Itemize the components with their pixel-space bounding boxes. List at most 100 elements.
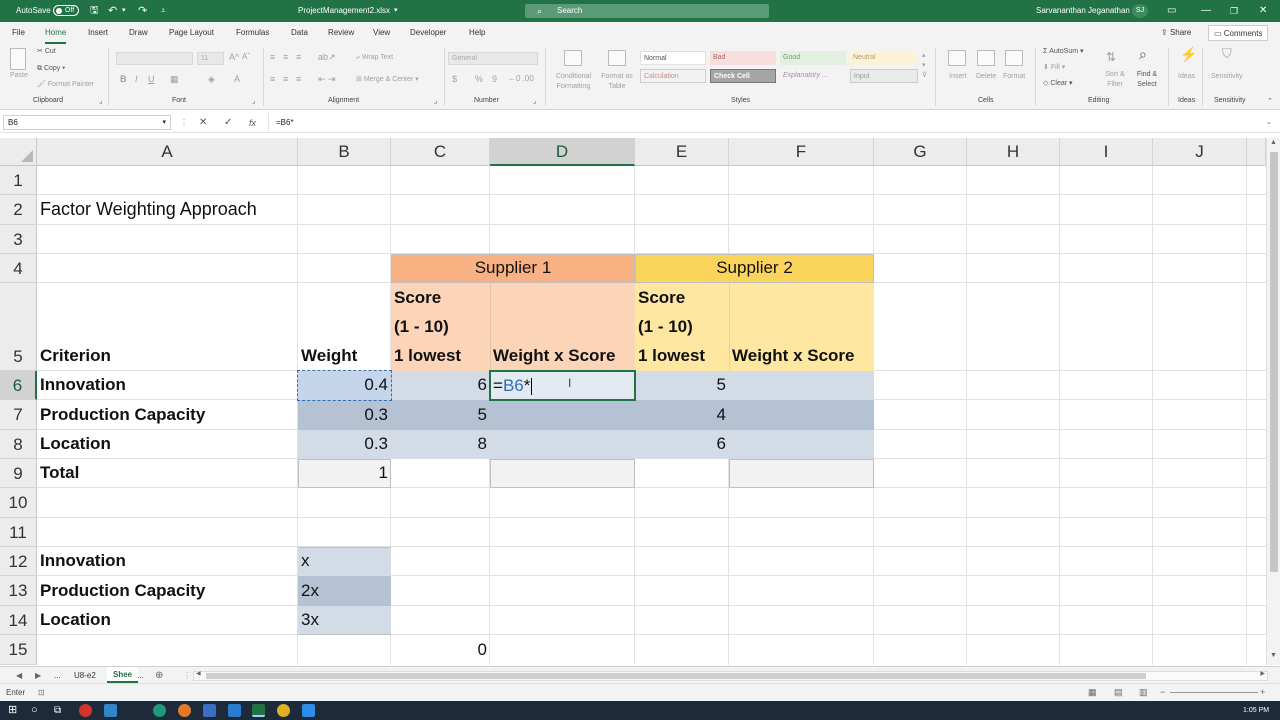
h-scroll-thumb[interactable] [206, 673, 1146, 679]
row-header-3[interactable]: 3 [0, 225, 37, 254]
tab-review[interactable]: Review [328, 22, 354, 44]
cell-b7[interactable]: 0.3 [298, 400, 391, 430]
tab-page-layout[interactable]: Page Layout [169, 22, 214, 44]
scroll-up-icon[interactable]: ▲ [1270, 139, 1277, 146]
ideas-icon[interactable]: ⚡ [1180, 47, 1197, 61]
style-neutral[interactable]: Neutral [850, 51, 918, 65]
scroll-right-icon[interactable]: ▶ [1260, 670, 1265, 677]
row-header-1[interactable]: 1 [0, 166, 37, 195]
app-icon[interactable] [104, 704, 117, 717]
cell-a7[interactable]: Production Capacity [37, 400, 298, 430]
save-icon[interactable]: 🖫 [90, 0, 99, 22]
cell-b8[interactable]: 0.3 [298, 430, 391, 459]
column-header-g[interactable]: G [874, 138, 967, 166]
firefox-icon[interactable] [178, 704, 191, 717]
cell-c15[interactable]: 0 [391, 635, 490, 665]
insert-cells-button[interactable]: Insert [949, 72, 967, 82]
minimize-icon[interactable]: — [1201, 0, 1211, 22]
formula-input[interactable]: =B6* [276, 113, 294, 133]
spreadsheet-grid[interactable]: A B C D E F G H I J 1 2 3 4 5 6 7 8 9 10… [0, 138, 1266, 665]
column-header-d[interactable]: D [490, 138, 635, 166]
paste-button[interactable]: Paste [10, 71, 28, 81]
ribbon-display-icon[interactable]: ▭ [1167, 0, 1176, 22]
collapse-ribbon-icon[interactable]: ⌃ [1267, 97, 1273, 107]
fill-button[interactable]: ⬇ Fill ▾ [1043, 63, 1065, 73]
macro-record-icon[interactable]: ⊡ [38, 684, 45, 701]
excel-taskbar-icon[interactable] [252, 704, 265, 717]
format-painter-button[interactable]: 🖌 Format Painter [37, 80, 94, 90]
cell-b12[interactable]: x [298, 547, 391, 576]
normal-view-icon[interactable]: ▦ [1088, 684, 1097, 701]
font-launcher-icon[interactable]: ⌟ [252, 97, 255, 107]
windows-start-icon[interactable]: ⊞ [8, 703, 17, 718]
cell-a13[interactable]: Production Capacity [37, 576, 298, 606]
row-header-4[interactable]: 4 [0, 254, 37, 283]
row-header-7[interactable]: 7 [0, 400, 37, 430]
share-button[interactable]: ⇪ Share [1161, 26, 1191, 40]
font-size-box[interactable]: 11 [197, 52, 224, 65]
tab-file[interactable]: File [12, 22, 25, 44]
restore-icon[interactable]: ❐ [1230, 0, 1238, 22]
column-header-k[interactable] [1247, 138, 1266, 166]
scroll-down-icon[interactable]: ▼ [1270, 652, 1277, 659]
cell-c5[interactable]: Score (1 - 10) 1 lowest [391, 283, 490, 371]
insert-function-icon[interactable]: fx [249, 113, 256, 133]
percent-button[interactable]: % [475, 74, 483, 84]
page-break-view-icon[interactable]: ▥ [1139, 684, 1148, 701]
row-header-6[interactable]: 6 [0, 371, 37, 400]
cell-e5[interactable]: Score (1 - 10) 1 lowest [635, 283, 729, 371]
select-all-corner[interactable] [0, 138, 37, 166]
wrap-text-button[interactable]: ⤶ Wrap Text [356, 53, 393, 63]
format-as-table-icon[interactable] [608, 50, 626, 66]
bold-button[interactable]: B [120, 74, 127, 84]
align-bottom-icon[interactable]: ≡ [296, 52, 301, 62]
borders-icon[interactable]: ▦ [170, 74, 179, 84]
increase-font-icon[interactable]: A^ [229, 52, 239, 62]
row-header-8[interactable]: 8 [0, 430, 37, 459]
cell-a9[interactable]: Total [37, 459, 298, 488]
chevron-down-icon[interactable]: ▾ [162, 116, 166, 130]
cell-c8[interactable]: 8 [391, 430, 490, 459]
style-normal[interactable]: Normal [640, 51, 706, 65]
tab-data[interactable]: Data [291, 22, 308, 44]
ideas-button[interactable]: Ideas [1178, 72, 1195, 82]
orientation-icon[interactable]: ab↗ [318, 52, 336, 62]
edge-icon[interactable] [153, 704, 166, 717]
conditional-formatting-icon[interactable] [564, 50, 582, 66]
autosave-toggle[interactable]: Off [53, 5, 79, 16]
undo-icon[interactable]: ↶ [108, 0, 117, 22]
cell-c7[interactable]: 5 [391, 400, 490, 430]
decimal-buttons-icon[interactable]: ←0 .00 [508, 74, 534, 84]
cell-e6[interactable]: 5 [635, 371, 729, 400]
expand-formula-icon[interactable]: ⌄ [1266, 113, 1272, 133]
customize-qat-icon[interactable]: ⩡ [161, 0, 166, 22]
horizontal-scrollbar[interactable]: ◀ ▶ [193, 671, 1268, 681]
cell-a8[interactable]: Location [37, 430, 298, 459]
row-header-13[interactable]: 13 [0, 576, 37, 606]
italic-button[interactable]: I [135, 74, 138, 84]
merge-center-button[interactable]: ⊞ Merge & Center ▾ [356, 75, 419, 85]
fill-color-icon[interactable]: ◈ [208, 74, 215, 84]
row-header-5[interactable]: 5 [0, 283, 37, 371]
row-header-15[interactable]: 15 [0, 635, 37, 665]
align-middle-icon[interactable]: ≡ [283, 52, 288, 62]
row-header-10[interactable]: 10 [0, 488, 37, 518]
column-header-b[interactable]: B [298, 138, 391, 166]
decrease-font-icon[interactable]: Aˇ [242, 52, 250, 62]
sensitivity-icon[interactable]: ⛉ [1222, 47, 1232, 60]
user-name[interactable]: Sarvananthan Jeganathan [1036, 0, 1130, 22]
scroll-thumb[interactable] [1270, 152, 1278, 572]
conditional-formatting-button[interactable]: Conditional Formatting [551, 72, 596, 92]
opera-icon[interactable] [79, 704, 92, 717]
scroll-left-icon[interactable]: ◀ [196, 670, 201, 677]
style-explanatory[interactable]: Explanatory ... [780, 69, 846, 83]
zoom-slider[interactable] [1170, 692, 1258, 693]
tab-insert[interactable]: Insert [88, 22, 108, 44]
cut-button[interactable]: ✂ Cut [37, 47, 56, 57]
style-good[interactable]: Good [780, 51, 846, 65]
cell-b5[interactable]: Weight [298, 342, 391, 371]
cell-a2[interactable]: Factor Weighting Approach [37, 195, 298, 225]
comments-button[interactable]: ▭ Comments [1208, 25, 1269, 41]
insert-cells-icon[interactable] [948, 50, 966, 66]
undo-dropdown-icon[interactable]: ▾ [122, 0, 126, 22]
